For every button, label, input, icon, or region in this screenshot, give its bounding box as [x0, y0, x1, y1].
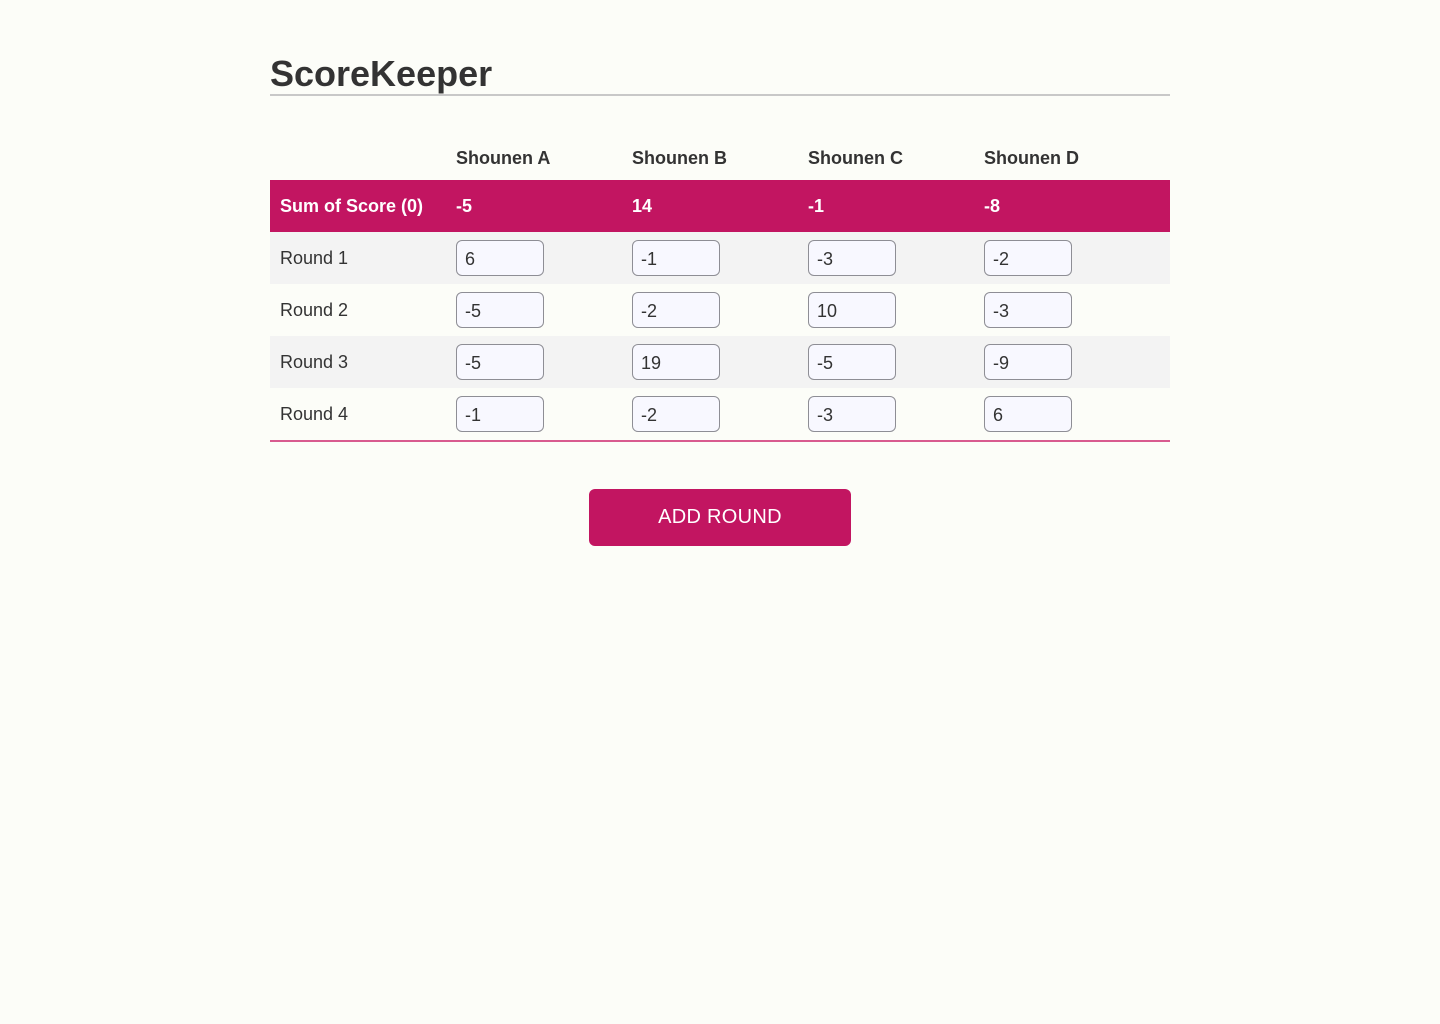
sum-row: Sum of Score (0) -5 14 -1 -8 — [270, 180, 1170, 232]
page-title: ScoreKeeper — [270, 0, 1170, 96]
round-row-2: Round 2 — [270, 284, 1170, 336]
sum-label: Sum of Score (0) — [270, 180, 446, 232]
score-input-r3-c[interactable] — [808, 344, 896, 380]
score-input-r1-c[interactable] — [808, 240, 896, 276]
score-input-r1-d[interactable] — [984, 240, 1072, 276]
round-label: Round 2 — [280, 299, 349, 320]
round-label: Round 1 — [270, 232, 446, 284]
score-input-r4-d[interactable] — [984, 396, 1072, 432]
sum-value-c: -1 — [798, 180, 974, 232]
header-empty-cell — [270, 136, 446, 180]
sum-value-a: -5 — [446, 180, 622, 232]
score-input-r3-a[interactable] — [456, 344, 544, 380]
sum-value-b: 14 — [622, 180, 798, 232]
actions-bar: ADD ROUND — [270, 489, 1170, 546]
player-header-row: Shounen A Shounen B Shounen C Shounen D — [270, 136, 1170, 180]
round-row-3: Round 3 — [270, 336, 1170, 388]
score-input-r2-d[interactable] — [984, 292, 1072, 328]
score-input-r2-b[interactable] — [632, 292, 720, 328]
round-row-4: Round 4 — [270, 388, 1170, 442]
score-input-r3-b[interactable] — [632, 344, 720, 380]
player-header-b: Shounen B — [632, 147, 727, 168]
score-input-r1-a[interactable] — [456, 240, 544, 276]
score-input-r2-c[interactable] — [808, 292, 896, 328]
player-header-c: Shounen C — [808, 147, 903, 168]
score-table: Shounen A Shounen B Shounen C Shounen D … — [270, 136, 1170, 442]
round-label: Round 4 — [270, 388, 446, 442]
player-header-a: Shounen A — [456, 147, 551, 168]
score-input-r1-b[interactable] — [632, 240, 720, 276]
score-input-r4-b[interactable] — [632, 396, 720, 432]
add-round-button[interactable]: ADD ROUND — [589, 489, 851, 546]
app-container: ScoreKeeper Shounen A Shounen B Shounen … — [270, 0, 1170, 546]
score-input-r3-d[interactable] — [984, 344, 1072, 380]
round-row-1: Round 1 — [270, 232, 1170, 284]
round-label: Round 3 — [270, 336, 446, 388]
player-header-d: Shounen D — [984, 147, 1079, 168]
sum-value-d: -8 — [974, 180, 1170, 232]
score-input-r4-a[interactable] — [456, 396, 544, 432]
score-input-r2-a[interactable] — [456, 292, 544, 328]
score-input-r4-c[interactable] — [808, 396, 896, 432]
